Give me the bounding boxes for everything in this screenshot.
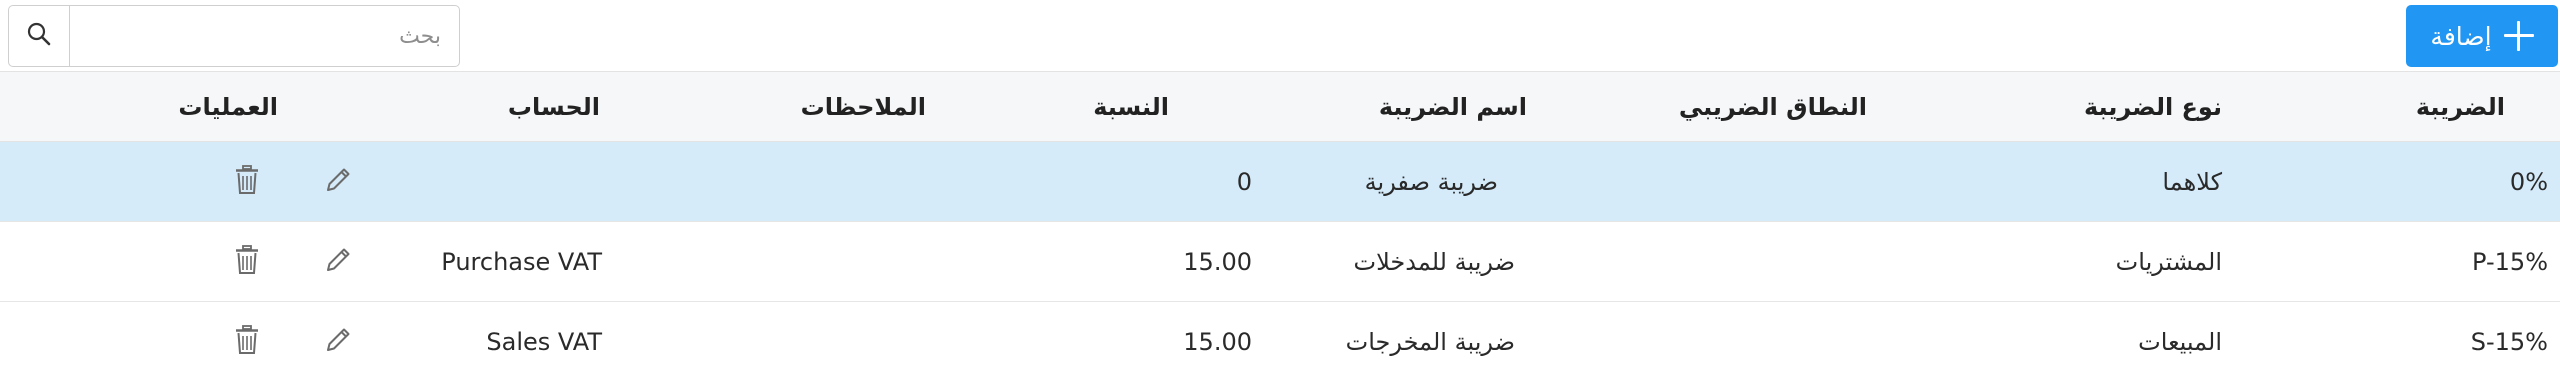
cell-rate: 0 bbox=[1236, 167, 1252, 196]
header-tax[interactable]: الضريبة bbox=[2416, 72, 2505, 141]
delete-button[interactable] bbox=[227, 222, 267, 301]
add-button-label: إضافة bbox=[2430, 21, 2492, 51]
delete-button[interactable] bbox=[227, 302, 267, 378]
header-account[interactable]: الحساب bbox=[508, 72, 600, 141]
edit-button[interactable] bbox=[318, 302, 358, 378]
add-button[interactable]: إضافة bbox=[2406, 5, 2558, 67]
cell-rate: 15.00 bbox=[1183, 327, 1252, 356]
cell-tax: P-15% bbox=[2472, 247, 2548, 276]
cell-rate: 15.00 bbox=[1183, 247, 1252, 276]
cell-tax: S-15% bbox=[2470, 327, 2548, 356]
search-icon bbox=[26, 21, 52, 51]
search-box bbox=[8, 5, 460, 67]
cell-tax-type: المبيعات bbox=[2138, 327, 2222, 356]
cell-tax-name: ضريبة صفرية bbox=[1364, 167, 1498, 196]
header-actions: العمليات bbox=[178, 92, 278, 121]
header-notes[interactable]: الملاحظات bbox=[801, 72, 926, 141]
cell-tax-name: ضريبة المخرجات bbox=[1345, 327, 1515, 356]
cell-tax-name: ضريبة للمدخلات bbox=[1353, 247, 1515, 276]
cell-account: Sales VAT bbox=[486, 327, 602, 356]
edit-button[interactable] bbox=[318, 222, 358, 301]
pencil-icon bbox=[322, 324, 354, 360]
search-button[interactable] bbox=[9, 6, 70, 66]
header-rate[interactable]: النسبة bbox=[1093, 72, 1169, 141]
header-tax-name[interactable]: اسم الضريبة bbox=[1379, 72, 1527, 141]
plus-icon bbox=[2503, 21, 2534, 51]
table-row[interactable]: 0% كلاهما ضريبة صفرية 0 bbox=[0, 142, 2560, 222]
edit-button[interactable] bbox=[318, 142, 358, 221]
table-row[interactable]: S-15% المبيعات ضريبة المخرجات 15.00 Sale… bbox=[0, 302, 2560, 378]
trash-icon bbox=[232, 164, 262, 200]
cell-tax-type: المشتريات bbox=[2115, 247, 2222, 276]
table-row[interactable]: P-15% المشتريات ضريبة للمدخلات 15.00 Pur… bbox=[0, 222, 2560, 302]
trash-icon bbox=[232, 244, 262, 280]
pencil-icon bbox=[322, 244, 354, 280]
tax-table: الضريبة نوع الضريبة النطاق الضريبي اسم ا… bbox=[0, 71, 2560, 378]
header-tax-type[interactable]: نوع الضريبة bbox=[2084, 72, 2222, 141]
header-tax-scope[interactable]: النطاق الضريبي bbox=[1679, 72, 1867, 141]
cell-tax-type: كلاهما bbox=[2162, 167, 2222, 196]
pencil-icon bbox=[322, 164, 354, 200]
tax-list-page: إضافة الضريبة نوع الضريبة النطاق الضريبي… bbox=[0, 0, 2560, 378]
cell-account: Purchase VAT bbox=[441, 247, 602, 276]
cell-tax: 0% bbox=[2509, 167, 2548, 196]
search-input[interactable] bbox=[70, 6, 459, 66]
delete-button[interactable] bbox=[227, 142, 267, 221]
trash-icon bbox=[232, 324, 262, 360]
table-header: الضريبة نوع الضريبة النطاق الضريبي اسم ا… bbox=[0, 71, 2560, 142]
